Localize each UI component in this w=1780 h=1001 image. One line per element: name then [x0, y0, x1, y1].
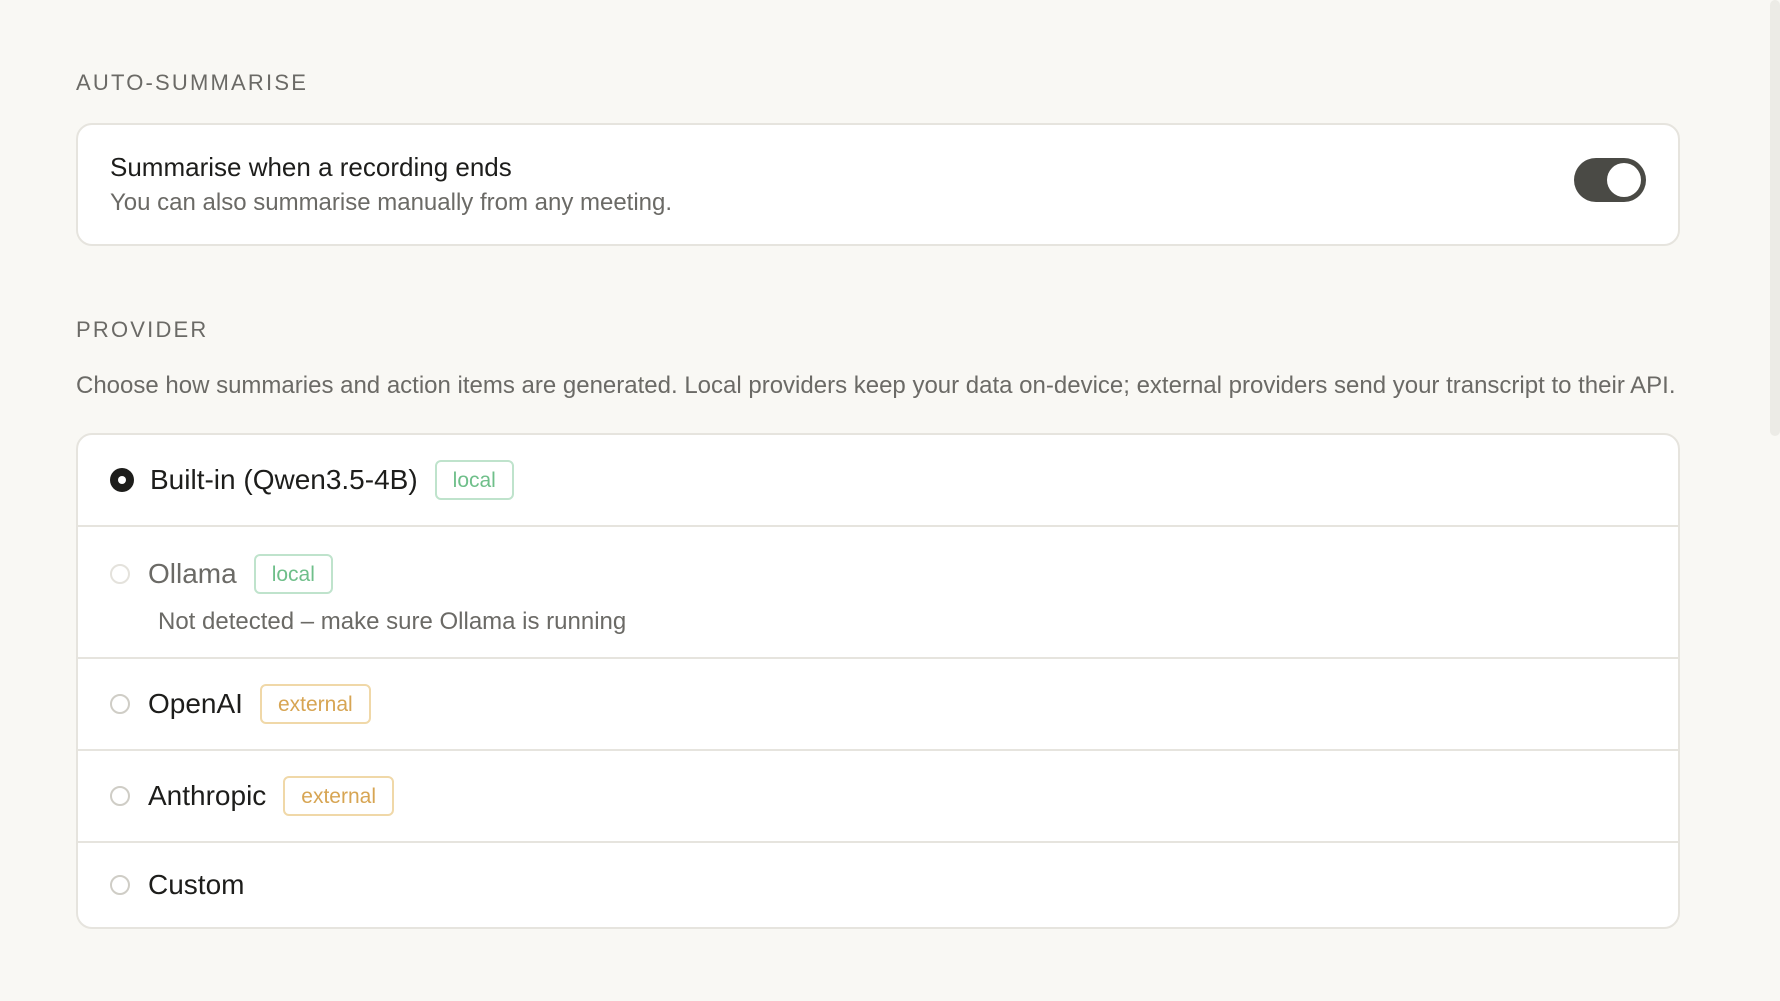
provider-label: PROVIDER — [76, 317, 209, 342]
auto-summarise-title: Summarise when a recording ends — [110, 151, 512, 182]
provider-list: Built-in (Qwen3.5-4B) local Ollama local… — [76, 433, 1680, 929]
settings-content: AUTO-SUMMARISE Summarise when a recordin… — [76, 0, 1680, 929]
local-badge: local — [253, 554, 333, 594]
auto-summarise-subtitle: You can also summarise manually from any… — [110, 188, 673, 216]
external-badge: external — [259, 684, 371, 724]
scrollbar[interactable] — [1770, 0, 1780, 436]
provider-name: Ollama — [148, 558, 237, 589]
provider-option-builtin[interactable]: Built-in (Qwen3.5-4B) local — [78, 435, 1678, 527]
provider-name: Custom — [148, 869, 245, 900]
auto-summarise-text: Summarise when a recording ends You can … — [110, 150, 672, 220]
radio-checked-icon[interactable] — [110, 468, 134, 492]
provider-option-main: OpenAI external — [110, 684, 1646, 724]
radio-unchecked-icon[interactable] — [110, 786, 130, 806]
provider-name: Anthropic — [148, 780, 267, 811]
auto-summarise-toggle[interactable] — [1574, 157, 1646, 202]
toggle-knob — [1607, 162, 1641, 197]
auto-summarise-card: Summarise when a recording ends You can … — [76, 123, 1680, 246]
external-badge: external — [283, 776, 395, 816]
provider-option-anthropic[interactable]: Anthropic external — [78, 751, 1678, 843]
local-badge: local — [434, 460, 514, 500]
provider-option-ollama[interactable]: Ollama local Not detected – make sure Ol… — [78, 527, 1678, 659]
provider-option-main: Anthropic external — [110, 776, 1646, 816]
provider-section: PROVIDER Choose how summaries and action… — [76, 246, 1680, 929]
provider-name: OpenAI — [148, 688, 243, 719]
auto-summarise-label: AUTO-SUMMARISE — [76, 70, 309, 95]
provider-name: Built-in (Qwen3.5-4B) — [150, 464, 418, 495]
provider-description: Choose how summaries and action items ar… — [76, 372, 1676, 399]
provider-option-main: Built-in (Qwen3.5-4B) local — [110, 460, 1646, 500]
ollama-status-note: Not detected – make sure Ollama is runni… — [158, 608, 627, 635]
radio-disabled-icon — [110, 564, 130, 584]
radio-unchecked-icon[interactable] — [110, 694, 130, 714]
auto-summarise-section: AUTO-SUMMARISE Summarise when a recordin… — [76, 0, 1680, 246]
provider-option-openai[interactable]: OpenAI external — [78, 659, 1678, 751]
radio-unchecked-icon[interactable] — [110, 875, 130, 895]
provider-option-main: Custom — [110, 869, 1646, 901]
provider-option-custom[interactable]: Custom — [78, 843, 1678, 927]
provider-option-main: Ollama local — [110, 554, 1646, 594]
